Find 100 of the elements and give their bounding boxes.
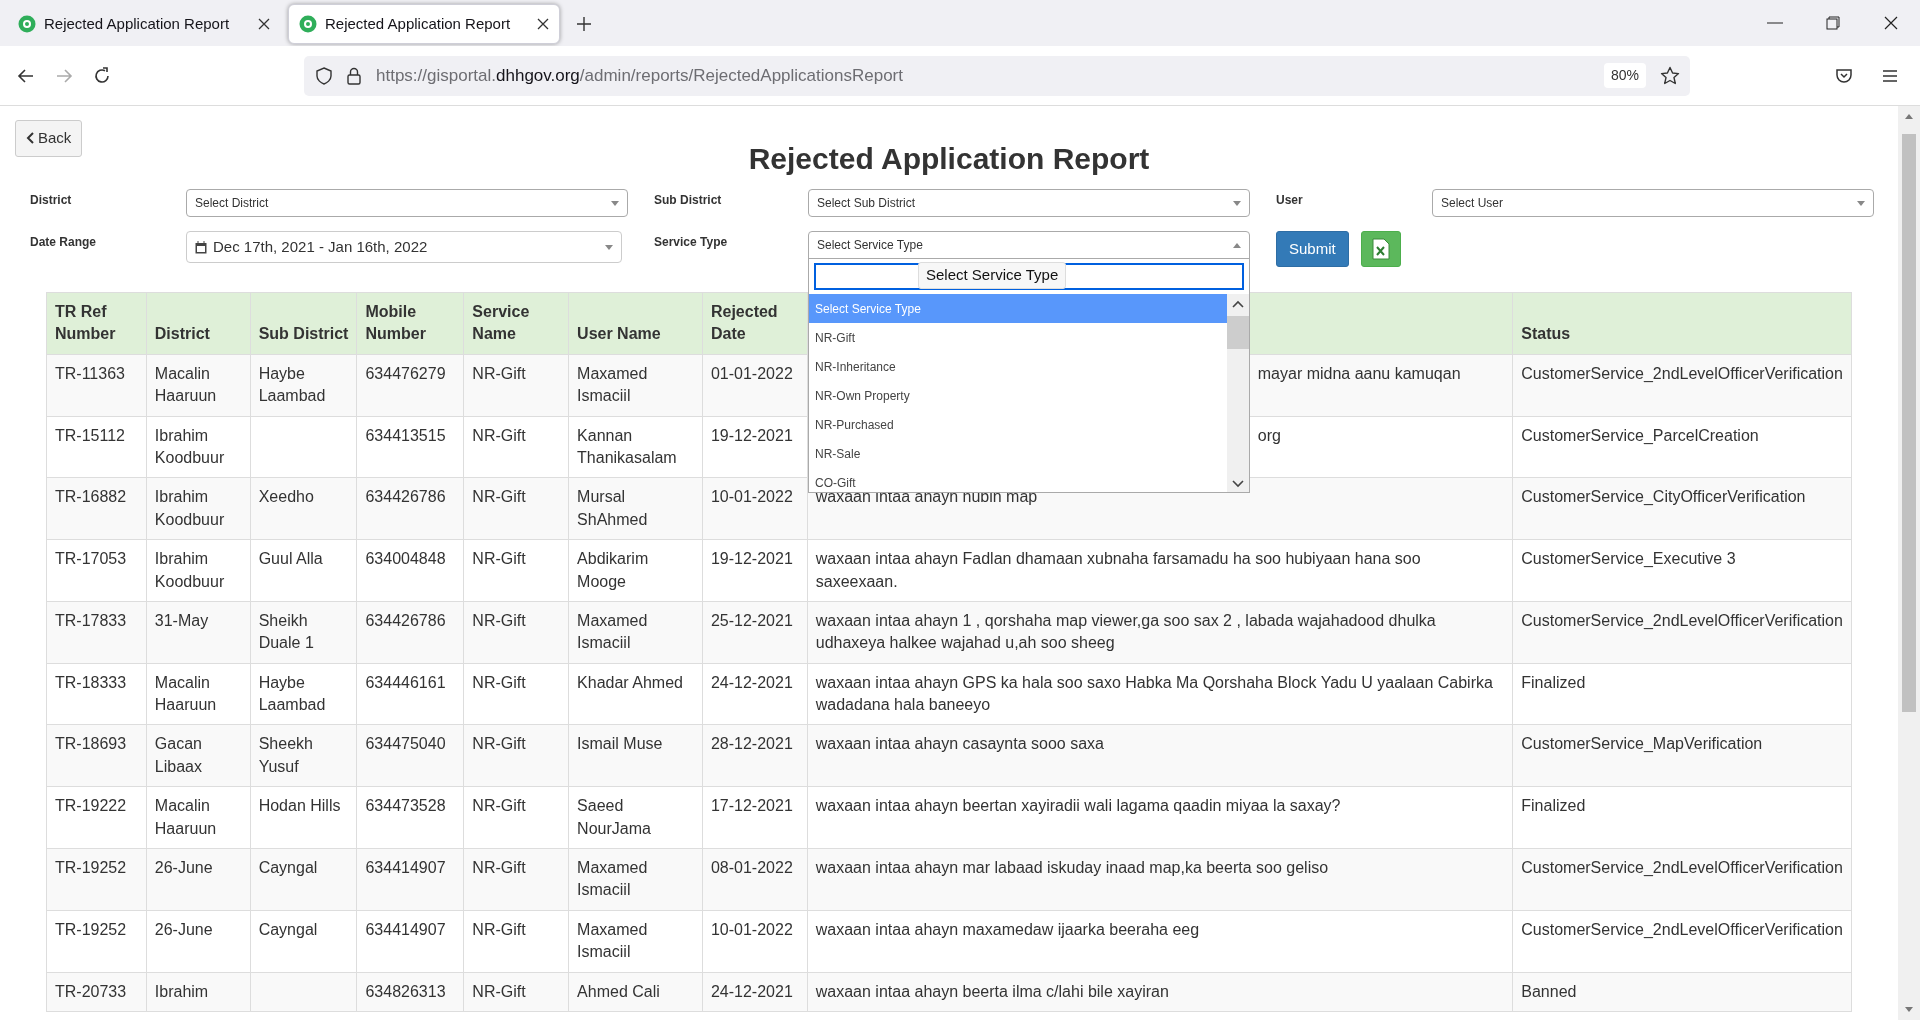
table-cell: Cayngal xyxy=(250,910,357,973)
table-cell: 17-12-2021 xyxy=(702,786,808,849)
table-cell: Haybe Laambad xyxy=(250,354,357,417)
table-cell: Haybe Laambad xyxy=(250,663,357,725)
table-cell: waxaan intaa ahayn GPS ka hala soo saxo Habka Ma Qorshaha Block Yadu U yaalaan Cabirka wadadana hala baneeyo xyxy=(807,663,1513,725)
table-cell: Ibrahim Koodbuur xyxy=(146,416,251,478)
table-cell: TR-11363 xyxy=(46,354,147,417)
column-header: Mobile Number xyxy=(356,292,464,355)
table-cell: 634476279 xyxy=(356,354,464,417)
table-cell: waxaan intaa ahayn 1 , qorshaha map viewer,ga soo sax 2 , labada wajahadood dhulka udhaxeya halkee wajahad u,ah soo sheeg xyxy=(807,601,1513,664)
scrollbar[interactable] xyxy=(1898,106,1920,1020)
select-field[interactable]: Select User xyxy=(1432,189,1874,217)
table-cell: waxaan intaa ahayn beerta ilma c/lahi bile xayiran xyxy=(807,972,1513,1012)
table-cell: TR-19252 xyxy=(46,848,147,911)
table-cell: NR-Gift xyxy=(463,663,569,725)
caret-up-icon xyxy=(1233,242,1241,248)
column-header: Status xyxy=(1512,292,1852,355)
reload-icon[interactable] xyxy=(92,65,112,86)
lock-icon xyxy=(346,66,362,85)
zoom-level-button[interactable]: 80% xyxy=(1603,63,1646,88)
browser-tab[interactable]: Rejected Application Report xyxy=(288,4,560,44)
table-cell: TR-17833 xyxy=(46,601,147,664)
back-button[interactable]: Back xyxy=(15,120,83,157)
table-cell: 24-12-2021 xyxy=(702,663,808,725)
table-cell: TR-15112 xyxy=(46,416,147,478)
table-cell: TR-20733 xyxy=(46,972,147,1012)
column-header: Service Name xyxy=(463,292,569,355)
browser-tab[interactable]: Rejected Application Report xyxy=(8,4,280,44)
excel-export-button[interactable] xyxy=(1360,231,1401,267)
table-cell: Mursal ShAhmed xyxy=(568,477,703,540)
new-tab-icon[interactable] xyxy=(576,16,592,32)
table-cell: NR-Gift xyxy=(463,786,569,849)
caret-down-icon xyxy=(1857,200,1865,206)
table-cell: NR-Gift xyxy=(463,724,569,787)
dropdown-option[interactable]: NR-Inheritance xyxy=(809,352,1227,381)
dropdown-option[interactable]: NR-Own Property xyxy=(809,381,1227,410)
table-cell: 08-01-2022 xyxy=(702,848,808,911)
table-cell: Maxamed Ismaciil xyxy=(568,848,703,911)
search-field[interactable]: Select Service Type xyxy=(814,263,1244,290)
table-cell: CustomerService_2ndLevelOfficerVerification xyxy=(1512,354,1852,417)
table-cell: waxaan intaa ahayn maxamedaw ijaarka beeraha eeg xyxy=(807,910,1513,973)
close-icon[interactable] xyxy=(537,18,549,30)
table-cell: Xeedho xyxy=(250,477,357,540)
select-field[interactable]: Select Sub District xyxy=(808,189,1250,217)
table-cell: NR-Gift xyxy=(463,910,569,973)
table-cell: Ahmed Cali xyxy=(568,972,703,1012)
page-title: Rejected Application Report xyxy=(748,141,1150,177)
table-cell: Cayngal xyxy=(250,848,357,911)
caret-down-icon xyxy=(1233,200,1241,206)
table-cell: 634446161 xyxy=(356,663,464,725)
table-cell: Sheikh Duale 1 xyxy=(250,601,357,664)
table-cell: Gacan Libaax xyxy=(146,724,251,787)
scrollbar[interactable] xyxy=(1227,294,1249,492)
submit-button[interactable]: Submit xyxy=(1276,231,1349,267)
table-cell: waxaan intaa ahayn beertan xayiradii wali lagama qaadin miyaa la saxay? xyxy=(807,786,1513,849)
shield-icon xyxy=(316,66,332,85)
table-cell: CustomerService_MapVerification xyxy=(1512,724,1852,787)
table-cell: Ismail Muse xyxy=(568,724,703,787)
table-cell: Ibrahim Koodbuur xyxy=(146,539,251,602)
table-cell: CustomerService_2ndLevelOfficerVerification xyxy=(1512,848,1852,911)
select-field[interactable]: Select Service Type xyxy=(808,231,1250,259)
select-field[interactable]: Select District xyxy=(186,189,628,217)
date-range-picker[interactable]: Dec 17th, 2021 - Jan 16th, 2022 xyxy=(186,231,622,263)
table-cell: Banned xyxy=(1512,972,1852,1012)
table-cell: waxaan intaa ahayn casaynta sooo saxa xyxy=(807,724,1513,787)
table-cell: NR-Gift xyxy=(463,539,569,602)
table-cell: NR-Gift xyxy=(463,972,569,1012)
dropdown-option[interactable]: NR-Sale xyxy=(809,439,1227,468)
table-cell: Maxamed Ismaciil xyxy=(568,910,703,973)
column-header: TR Ref Number xyxy=(46,292,147,355)
column-header: Rejected Date xyxy=(702,292,808,355)
table-cell: Abdikarim Mooge xyxy=(568,539,703,602)
table-cell: 26-June xyxy=(146,910,251,973)
calendar-icon xyxy=(195,240,207,254)
close-icon[interactable] xyxy=(258,18,270,30)
scrollbar-thumb[interactable] xyxy=(1227,316,1249,349)
down-arrow-icon[interactable] xyxy=(1904,1006,1914,1014)
table-cell: CustomerService_2ndLevelOfficerVerification xyxy=(1512,910,1852,973)
table-cell: 01-01-2022 xyxy=(702,354,808,417)
scrollbar-thumb[interactable] xyxy=(1902,134,1916,712)
up-arrow-icon[interactable] xyxy=(1904,112,1914,120)
table-cell: Ibrahim xyxy=(146,972,251,1012)
table-cell: 24-12-2021 xyxy=(702,972,808,1012)
table-cell: Finalized xyxy=(1512,663,1852,725)
dropdown-option[interactable]: NR-Gift xyxy=(809,323,1227,352)
table-cell: Macalin Haaruun xyxy=(146,663,251,725)
table-cell: Macalin Haaruun xyxy=(146,354,251,417)
table-cell: waxaan intaa ahayn Fadlan dhamaan xubnaha farsamadu ha soo hubiyaan hana soo saxeexaan. xyxy=(807,539,1513,602)
spreadsheet-file-icon xyxy=(1371,238,1390,260)
table-cell: Saeed NourJama xyxy=(568,786,703,849)
star-icon[interactable] xyxy=(1660,65,1680,86)
table-cell: NR-Gift xyxy=(463,354,569,417)
url-text[interactable]: https://gisportal.dhhgov.org/admin/reports/RejectedApplicationsReport xyxy=(376,62,903,89)
table-cell: 634414907 xyxy=(356,848,464,911)
table-cell: 634004848 xyxy=(356,539,464,602)
table-cell: Kannan Thanikasalam xyxy=(568,416,703,478)
table-cell: 10-01-2022 xyxy=(702,910,808,973)
table-cell: 26-June xyxy=(146,848,251,911)
table-cell: 28-12-2021 xyxy=(702,724,808,787)
table-cell: TR-18693 xyxy=(46,724,147,787)
